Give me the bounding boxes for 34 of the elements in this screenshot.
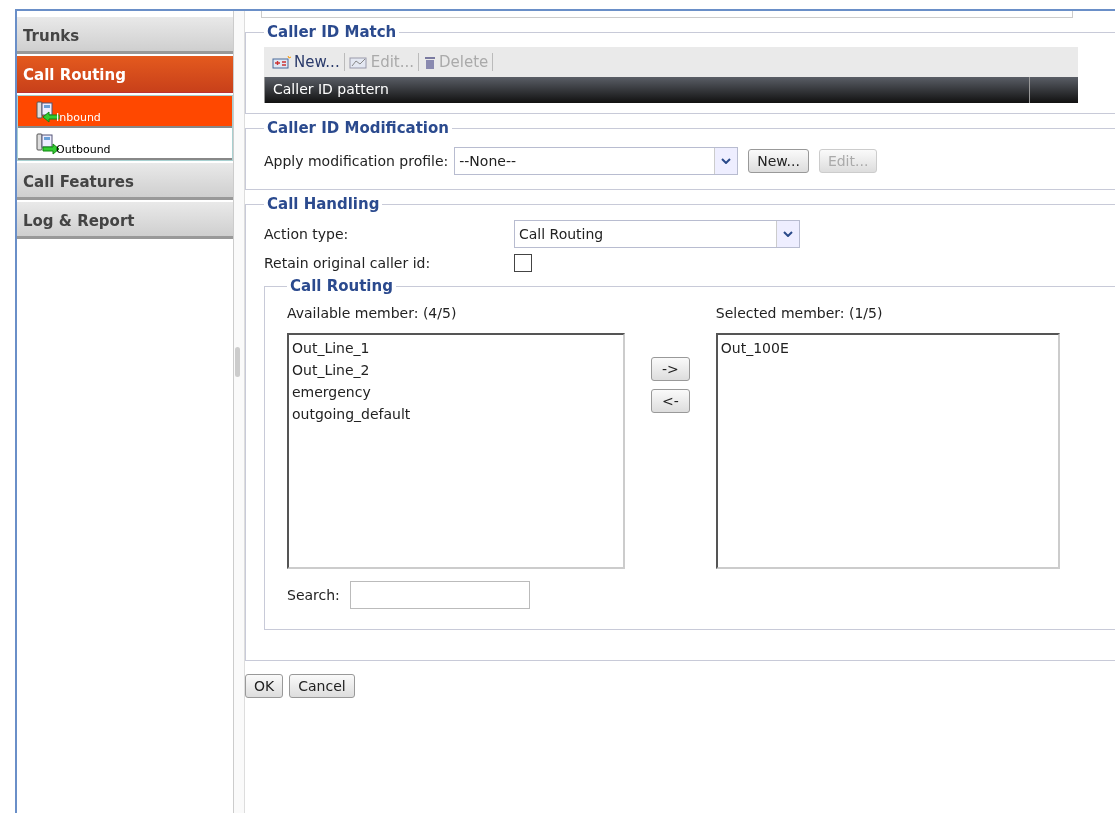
dialog-button[interactable]: Cancel <box>289 674 355 698</box>
profile-dropdown[interactable]: --None-- <box>454 147 739 175</box>
list-item[interactable]: Out_Line_2 <box>292 359 620 381</box>
chart-card-icon <box>348 55 369 69</box>
section-title: Call Handling <box>266 195 381 213</box>
toolbar-button[interactable]: New... <box>268 53 344 71</box>
dialog-button[interactable]: OK <box>245 674 284 698</box>
section-title: Caller ID Modification <box>266 119 450 137</box>
list-item[interactable]: outgoing_default <box>292 403 620 425</box>
action-type-dropdown[interactable]: Call Routing <box>514 219 800 248</box>
list-label: Selected member: (1/5) <box>715 305 884 321</box>
field-label: Search: <box>287 587 340 603</box>
field-label: Action type: <box>264 225 350 242</box>
profile-button[interactable]: New... <box>748 149 809 173</box>
section-title: Call Routing <box>289 277 394 295</box>
field-label: Retain original caller id: <box>264 254 432 271</box>
section-title: Caller ID Match <box>266 23 398 41</box>
sidebar-header[interactable]: Trunks <box>17 17 233 54</box>
chevron-down-icon[interactable] <box>714 148 738 174</box>
field-label: Apply modification profile: <box>264 153 449 169</box>
sidebar-header[interactable]: Call Features <box>17 163 233 200</box>
list-item[interactable]: Out_Line_1 <box>292 337 620 359</box>
sidebar-header[interactable]: Call Routing <box>17 56 233 93</box>
checkbox[interactable] <box>514 253 532 272</box>
trash-icon <box>423 55 437 69</box>
search-field[interactable] <box>349 581 530 609</box>
list-label: Available member: (4/5) <box>287 305 458 321</box>
move-button[interactable]: -> <box>651 357 690 381</box>
sidebar-header[interactable]: Log & Report <box>17 202 233 239</box>
card-plus-icon <box>272 55 292 69</box>
move-button[interactable]: <- <box>651 389 690 413</box>
list-item[interactable]: emergency <box>292 381 620 403</box>
list-item[interactable]: Out_100E <box>720 337 1055 359</box>
chevron-down-icon[interactable] <box>776 220 799 247</box>
